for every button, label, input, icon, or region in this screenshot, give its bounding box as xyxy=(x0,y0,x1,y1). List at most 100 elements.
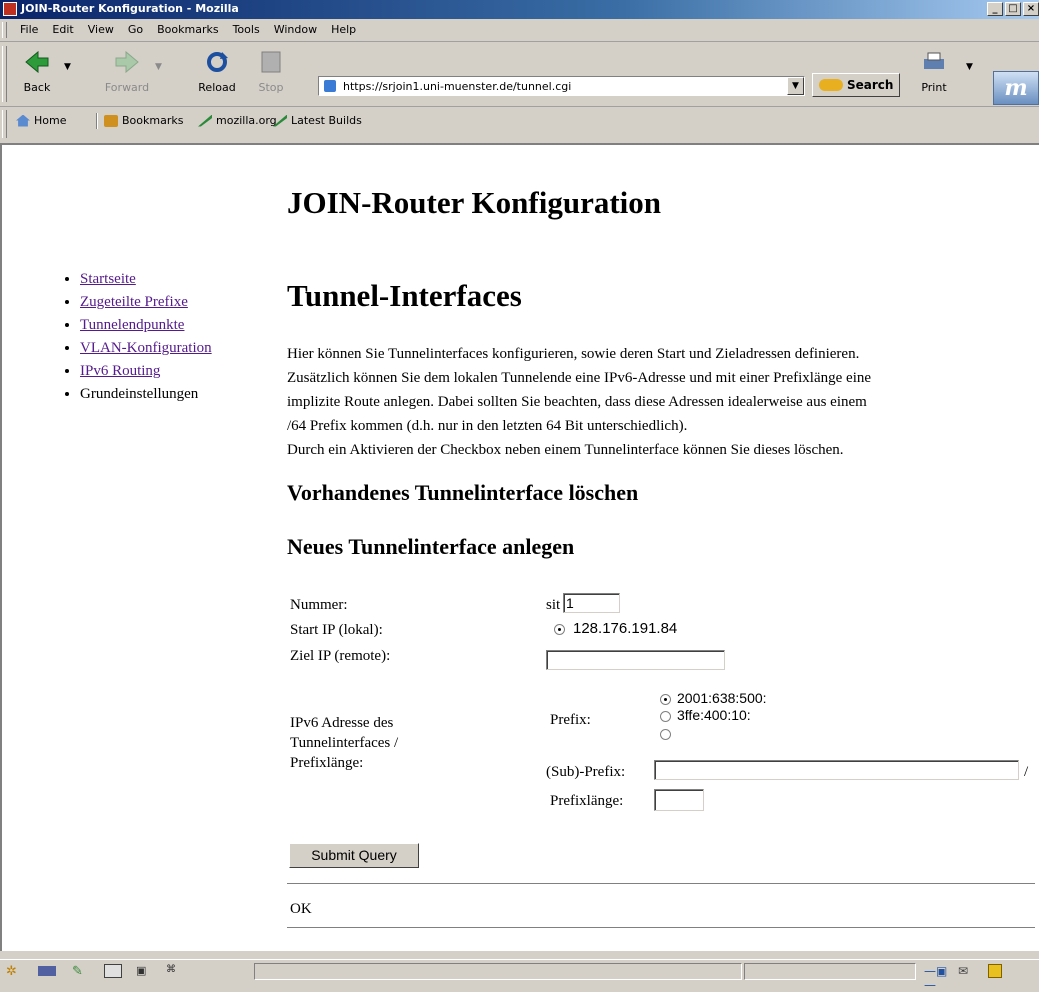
menu-bookmarks[interactable]: Bookmarks xyxy=(151,23,226,36)
prefixlaenge-label: Prefixlänge: xyxy=(550,793,624,809)
composer-icon[interactable]: ✎ xyxy=(72,964,90,979)
nav-item: VLAN-Konfiguration xyxy=(80,337,212,360)
start-ip-radio[interactable] xyxy=(554,624,565,635)
cookie-icon[interactable]: ✉ xyxy=(958,964,976,978)
print-button[interactable]: Print xyxy=(912,48,956,100)
back-dropdown-icon[interactable]: ▼ xyxy=(64,62,71,72)
intro-line: /64 Prefix kommen (d.h. nur in den letzt… xyxy=(287,418,688,434)
back-label: Back xyxy=(23,81,51,94)
prefix-option-1: 2001:638:500: xyxy=(677,690,767,706)
reload-button[interactable]: Reload xyxy=(194,48,240,100)
forward-label: Forward xyxy=(104,81,150,94)
irc-icon[interactable]: ⌘ xyxy=(166,964,184,978)
reload-icon xyxy=(207,52,228,72)
home-label: Home xyxy=(34,114,67,127)
ipv6-label-line: Tunnelinterfaces / xyxy=(290,735,399,751)
nav-link-ipv6-routing[interactable]: IPv6 Routing xyxy=(80,363,160,379)
intro-line: implizite Route anlegen. Dabei sollten S… xyxy=(287,394,867,410)
forward-button[interactable]: Forward xyxy=(104,48,150,100)
menu-go[interactable]: Go xyxy=(122,23,151,36)
prefix-radio-2[interactable] xyxy=(660,711,671,722)
toolbar-grip[interactable] xyxy=(2,22,7,38)
prefix-radio-3[interactable] xyxy=(660,729,671,740)
close-button[interactable]: × xyxy=(1023,2,1039,16)
nummer-label: Nummer: xyxy=(290,597,348,613)
print-dropdown-icon[interactable]: ▼ xyxy=(966,62,973,72)
forward-dropdown-icon[interactable]: ▼ xyxy=(155,62,162,72)
url-dropdown-icon[interactable]: ▼ xyxy=(787,77,804,95)
search-icon xyxy=(819,79,843,91)
url-text[interactable]: https://srjoin1.uni-muenster.de/tunnel.c… xyxy=(343,80,571,93)
divider xyxy=(287,927,1035,929)
minimize-button[interactable]: _ xyxy=(987,2,1003,16)
address-book-icon[interactable] xyxy=(104,964,122,978)
subprefix-input[interactable] xyxy=(654,760,1019,780)
toolbar-grip[interactable] xyxy=(2,110,7,138)
intro-line: Durch ein Aktivieren der Checkbox neben … xyxy=(287,442,844,458)
section-title: Tunnel-Interfaces xyxy=(287,278,522,313)
intro-text: Hier können Sie Tunnelinterfaces konfigu… xyxy=(287,342,1032,462)
window-title: JOIN-Router Konfiguration - Mozilla xyxy=(21,2,239,15)
back-button[interactable]: Back xyxy=(14,48,60,100)
stop-label: Stop xyxy=(258,81,284,94)
nav-item: IPv6 Routing xyxy=(80,360,212,383)
menu-view[interactable]: View xyxy=(82,23,122,36)
search-button[interactable]: Search xyxy=(812,73,900,97)
back-arrow-icon xyxy=(25,50,49,74)
ipv6-label-line: Prefixlänge: xyxy=(290,755,364,771)
latest-builds-label: Latest Builds xyxy=(291,114,362,127)
intro-line: Zusätzlich können Sie dem lokalen Tunnel… xyxy=(287,370,872,386)
mozilla-logo[interactable]: m xyxy=(993,71,1039,105)
title-bar: JOIN-Router Konfiguration - Mozilla _ □ … xyxy=(0,0,1039,19)
bookmarks-icon xyxy=(104,114,118,127)
slash-separator: / xyxy=(1024,764,1029,780)
start-ip-value: 128.176.191.84 xyxy=(573,620,678,637)
nav-link-vlan-konfiguration[interactable]: VLAN-Konfiguration xyxy=(80,340,212,356)
new-section-title: Neues Tunnelinterface anlegen xyxy=(287,534,575,559)
ipv6-address-label: IPv6 Adresse des Tunnelinterfaces / Pref… xyxy=(290,713,398,773)
printer-icon xyxy=(924,52,944,69)
chat-icon[interactable]: ▣ xyxy=(136,964,154,978)
menu-tools[interactable]: Tools xyxy=(227,23,268,36)
personal-toolbar: Home Bookmarks mozilla.org Latest Builds xyxy=(0,107,1039,145)
bookmarks-label: Bookmarks xyxy=(122,114,184,127)
prefix-radio-1[interactable] xyxy=(660,694,671,705)
page-content: JOIN-Router Konfiguration Startseite Zug… xyxy=(0,145,1039,951)
prefix-option-2: 3ffe:400:10: xyxy=(677,707,751,723)
toolbar-grip[interactable] xyxy=(2,46,7,102)
nav-item: Startseite xyxy=(80,268,212,291)
online-icon[interactable]: —▣— xyxy=(924,964,950,992)
progress-panel xyxy=(744,963,916,980)
stop-button[interactable]: Stop xyxy=(250,48,292,100)
nummer-input[interactable] xyxy=(563,593,620,613)
nav-link-zugeteilte-prefixe[interactable]: Zugeteilte Prefixe xyxy=(80,294,188,310)
menu-help[interactable]: Help xyxy=(325,23,364,36)
nav-item: Tunnelendpunkte xyxy=(80,314,212,337)
prefixlaenge-input[interactable] xyxy=(654,789,704,811)
separator xyxy=(96,113,98,129)
ziel-ip-input[interactable] xyxy=(546,650,725,670)
nav-item: Grundeinstellungen xyxy=(80,383,212,406)
nav-link-tunnelendpunkte[interactable]: Tunnelendpunkte xyxy=(80,317,184,333)
mail-icon[interactable] xyxy=(38,966,56,976)
forward-arrow-icon xyxy=(115,50,139,74)
nav-link-startseite[interactable]: Startseite xyxy=(80,271,136,287)
mozilla-org-link[interactable]: mozilla.org xyxy=(198,114,277,127)
lock-icon[interactable] xyxy=(988,964,1002,978)
latest-builds-link[interactable]: Latest Builds xyxy=(273,114,362,127)
bookmarks-link[interactable]: Bookmarks xyxy=(104,114,183,127)
navigator-icon[interactable]: ✲ xyxy=(6,964,24,979)
maximize-button[interactable]: □ xyxy=(1005,2,1021,16)
menu-bar: File Edit View Go Bookmarks Tools Window… xyxy=(0,19,1039,42)
submit-button[interactable]: Submit Query xyxy=(289,843,419,868)
mozilla-org-label: mozilla.org xyxy=(216,114,277,127)
home-link[interactable]: Home xyxy=(16,114,66,127)
url-bar[interactable]: https://srjoin1.uni-muenster.de/tunnel.c… xyxy=(318,76,805,96)
menu-window[interactable]: Window xyxy=(268,23,325,36)
sidebar-nav: Startseite Zugeteilte Prefixe Tunnelendp… xyxy=(64,268,212,406)
menu-file[interactable]: File xyxy=(14,23,46,36)
ipv6-label-line: IPv6 Adresse des xyxy=(290,715,394,731)
page-heading: JOIN-Router Konfiguration xyxy=(287,185,662,220)
prefix-label: Prefix: xyxy=(550,712,591,728)
menu-edit[interactable]: Edit xyxy=(46,23,81,36)
